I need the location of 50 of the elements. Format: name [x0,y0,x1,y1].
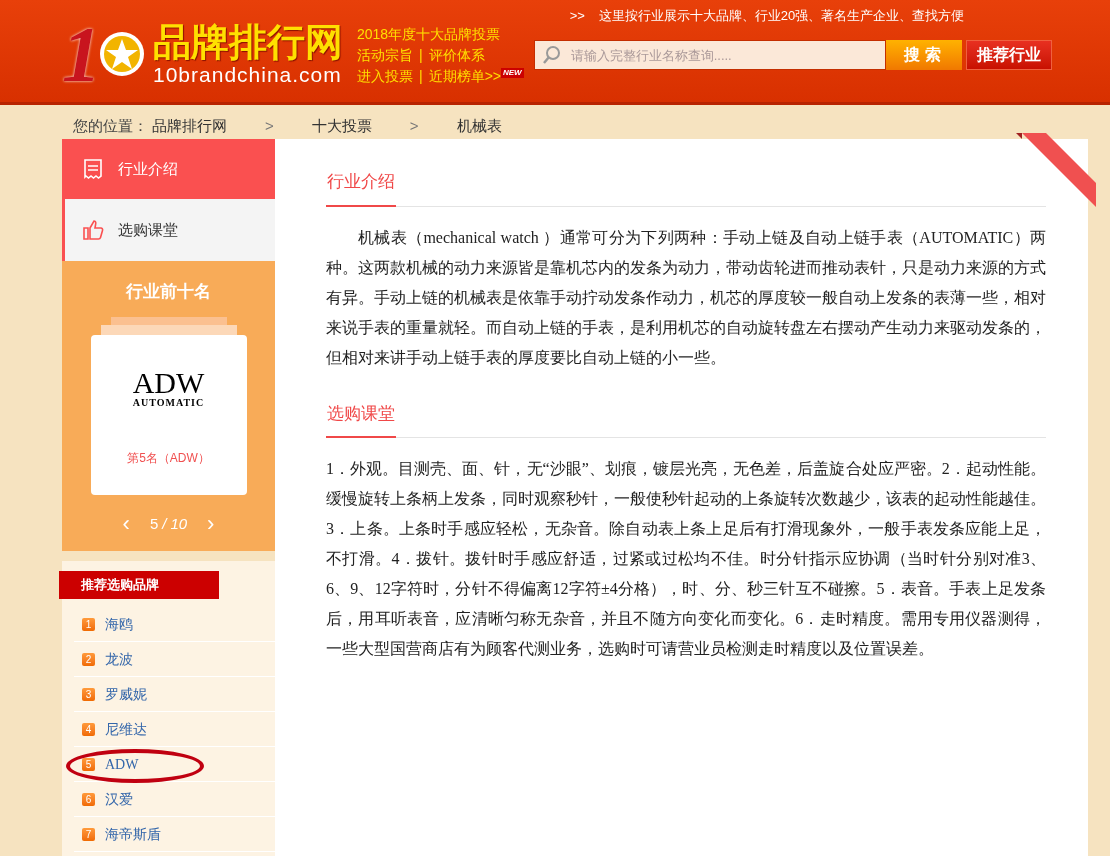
rank-badge: 1 [82,617,95,631]
rank-badge: 2 [82,652,95,666]
nav-link[interactable]: 进入投票 [357,66,413,87]
star-emblem-icon [99,31,145,77]
rank-badge: 6 [82,792,95,806]
rank-badge: 7 [82,827,95,841]
brand-link[interactable]: 龙波 [105,648,133,670]
panel-title: 行业前十名 [126,281,211,303]
section-paragraph: 1．外观。目测壳、面、针，无“沙眼”、划痕，镀层光亮，无色差，后盖旋合处应严密。2．起动性能。缓慢旋转上条柄上发条，同时观察秒针，一般使秒针起动的上条旋转次数越少，该表的起动性能越佳。3．上条。上条时手感应轻松，无杂音。除自动表上条上足后有打滑现象外，一般手表发条应能上足，不打滑。4．拨针。拨针时手感应舒适，过紧或过松均不佳。时分针指示应协调（当时针分别对准3、6、9、12字符时，分针不得偏离12字符±4分格），时、分、秒三针互不碰擦。5．表音。手表上足发条后，用耳听表音，应清晰匀称无杂音，并且不随方向变化而变化。6．走时精度。需用专用仪器测得，一些大型国营商店有为顾客代测业务，选购时可请营业员检测走时精度以及位置误差。 [326,459,1046,659]
link-divider: | [419,46,423,65]
rank-badge: 3 [82,687,95,701]
page-counter: 5 / 10 [149,513,188,534]
brand-logo: ADW AUTOMATIC [132,368,205,409]
brand-link[interactable]: 海帝斯盾 [105,823,161,845]
vote-link[interactable]: 2018年度十大品牌投票 [357,24,524,45]
tagline-text: 这里按行业展示十大品牌、行业20强、著名生产企业、查找方便 [598,7,965,25]
breadcrumb-label: 您的位置： [73,115,148,136]
brand-card[interactable]: ADW AUTOMATIC 第5名（ADW） [90,334,247,495]
recommend-industry-button[interactable]: 推荐行业 [965,40,1052,70]
breadcrumb-link[interactable]: 十大投票 [311,114,372,137]
brand-link[interactable]: ADW [105,753,139,775]
nav-link[interactable]: 近期榜单>> [428,66,501,87]
brand-link[interactable]: 尼维达 [105,718,147,740]
brand-caption: 第5名（ADW） [127,449,210,467]
thumbs-up-icon [82,219,104,241]
sidebar-tab[interactable]: 行业介绍 [62,139,275,199]
nav-link[interactable]: 评价体系 [428,45,485,66]
sidebar-tab[interactable]: 选购课堂 [62,199,275,261]
rank-badge: 5 [82,757,95,771]
site-title: 品牌排行网 [153,21,343,63]
search-field[interactable]: 请输入完整行业名称查询..... [533,40,886,70]
section-ribbon: 推荐选购品牌 [59,571,219,599]
brand-link[interactable]: 海鸥 [105,613,133,635]
brand-link[interactable]: 罗威妮 [105,683,147,705]
section-heading: 行业介绍 [326,169,396,207]
rank-badge: 4 [82,722,95,736]
section-heading: 选购课堂 [326,400,396,438]
link-divider: | [419,67,423,86]
arrow-icon: >> [569,6,585,40]
new-badge: NEW [501,67,524,78]
breadcrumb-link[interactable]: 机械表 [456,114,502,137]
brand-link[interactable]: 汉爱 [105,788,133,810]
section-paragraph: 机械表（mechanical watch ）通常可分为下列两种：手动上链及自动上链手表（AUTOMATIC）两种。这两款机械的动力来源皆是靠机芯内的发条为动力，带动齿轮进而推动表针，只是动力来源的方式有异。手动上链的机械表是依靠手动拧动发条作动力，机芯的厚度较一般自动上发条的表薄一些，相对来说手表的重量就轻。而自动上链的手表，是利用机芯的自动旋转盘左右摆动产生动力来驱动发条的，但相对来讲手动上链手表的厚度要比自动上链的小一些。 [326,227,1046,368]
logo-number: 1 [62,14,101,94]
breadcrumb-separator: > [408,115,420,136]
site-domain: 10brandchina.com [153,63,343,87]
breadcrumb-link[interactable]: 品牌排行网 [152,114,227,137]
nav-link[interactable]: 活动宗旨 [357,45,413,66]
receipt-icon [82,158,104,180]
breadcrumb-separator: > [264,115,275,136]
